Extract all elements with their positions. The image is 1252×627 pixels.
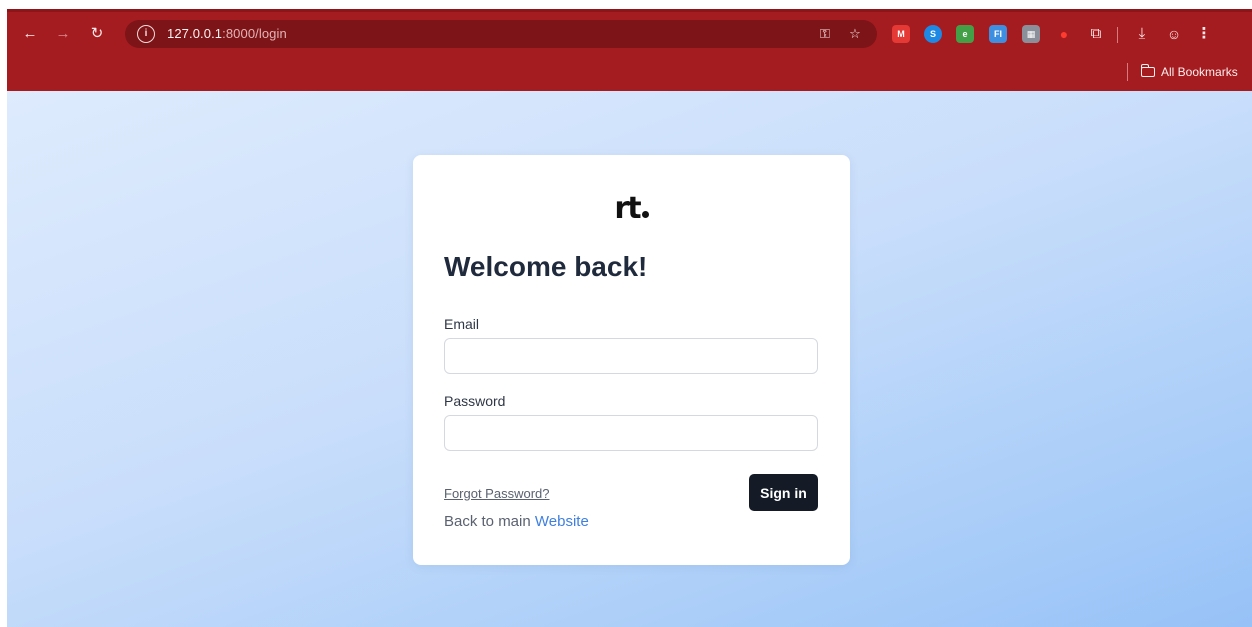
logo-dot — [641, 211, 649, 218]
menu-kebab-icon[interactable]: ⋮ — [1193, 23, 1215, 45]
page-title: Welcome back! — [444, 251, 648, 282]
site-info-icon[interactable]: i — [137, 25, 155, 43]
bookmarks-separator — [1127, 63, 1128, 81]
extension-red-icon[interactable]: M — [892, 25, 910, 43]
password-label: Password — [444, 393, 506, 409]
login-card: rt Welcome back! Email Password Forgot P… — [413, 155, 850, 565]
extension-blue-icon[interactable]: S — [924, 25, 942, 43]
logo: rt — [413, 191, 850, 226]
folder-icon — [1140, 64, 1155, 77]
reload-icon[interactable]: ↻ — [86, 23, 108, 45]
extension-red-drop-icon[interactable]: ● — [1055, 25, 1073, 43]
toolbar-separator — [1117, 27, 1118, 43]
back-arrow-icon[interactable]: ← — [19, 23, 41, 45]
forward-arrow-icon[interactable]: → — [52, 23, 74, 45]
extensions-puzzle-icon[interactable]: ⧉ — [1085, 23, 1107, 45]
email-label: Email — [444, 316, 480, 332]
bookmark-star-icon[interactable]: ☆ — [845, 24, 865, 44]
password-field[interactable] — [444, 415, 818, 451]
back-text: Back to main — [444, 513, 531, 530]
key-icon[interactable]: ⚿ — [815, 24, 835, 44]
forgot-password-link[interactable]: Forgot Password? — [444, 486, 550, 501]
all-bookmarks-label: All Bookmarks — [1161, 65, 1238, 79]
all-bookmarks-button[interactable]: All Bookmarks — [1140, 62, 1238, 82]
extension-green-icon[interactable]: e — [956, 25, 974, 43]
address-url[interactable]: 127.0.0.1:8000/login — [167, 26, 287, 41]
website-link[interactable]: Website — [535, 513, 589, 530]
email-field[interactable] — [444, 338, 818, 374]
extension-grid-icon[interactable]: ▦ — [1022, 25, 1040, 43]
page-background: rt Welcome back! Email Password Forgot P… — [7, 91, 1252, 627]
tab-strip-edge — [7, 9, 1252, 12]
browser-toolbar: ← → ↻ i 127.0.0.1:8000/login ⚿ ☆ M S e F… — [7, 9, 1252, 91]
url-host: 127.0.0.1 — [167, 26, 223, 41]
extension-fi-icon[interactable]: FI — [989, 25, 1007, 43]
address-bar[interactable]: i 127.0.0.1:8000/login ⚿ ☆ — [125, 20, 877, 48]
download-icon[interactable]: ⤓ — [1131, 23, 1153, 45]
sign-in-button[interactable]: Sign in — [749, 474, 818, 511]
logo-text: rt — [614, 191, 641, 226]
back-to-website: Back to main Website — [444, 513, 589, 530]
profile-avatar-icon[interactable]: ☺ — [1163, 23, 1185, 45]
url-path: :8000/login — [222, 26, 287, 41]
